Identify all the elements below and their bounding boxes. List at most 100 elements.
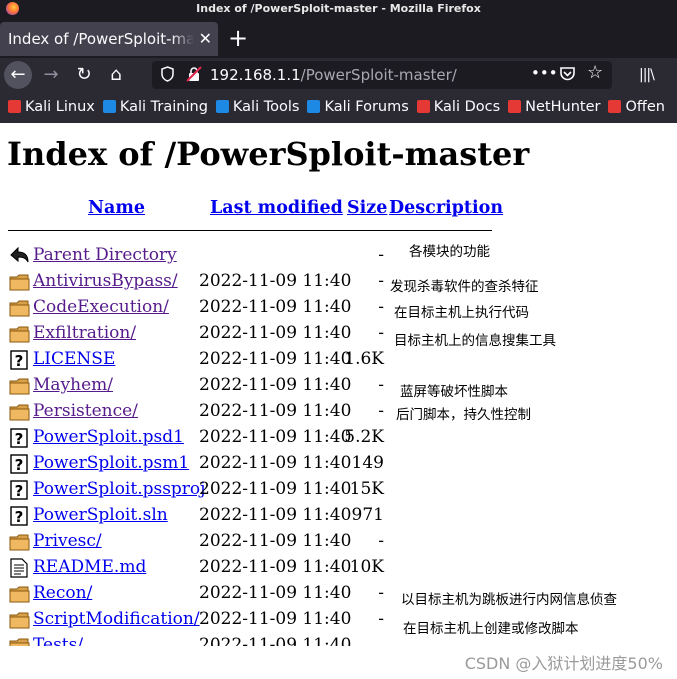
file-link[interactable]: Persistence/ [33, 401, 138, 421]
new-tab-button[interactable]: + [228, 24, 248, 52]
folder-icon [9, 298, 30, 318]
unknown-file-icon: ? [9, 454, 30, 474]
table-row: ? PowerSploit.psm1 2022-11-09 11:40 149 [0, 451, 677, 477]
url-path: /PowerSploit-master/ [300, 66, 457, 84]
kali-dragon-icon [508, 100, 522, 113]
page-actions-icon[interactable]: ••• [531, 64, 558, 82]
bookmark-star-icon[interactable]: ☆ [587, 64, 603, 82]
column-header-last-modified[interactable]: Last modified [210, 198, 343, 218]
file-link[interactable]: Recon/ [33, 583, 92, 603]
kali-dragon-icon [307, 100, 321, 113]
window-title: Index of /PowerSploit-master - Mozilla F… [196, 2, 481, 15]
bookmark-label: NetHunter [525, 99, 601, 115]
svg-text:?: ? [15, 456, 24, 474]
file-link[interactable]: Tests/ [33, 635, 83, 646]
column-header-name[interactable]: Name [88, 198, 145, 218]
bookmark-item[interactable]: Kali Forums [307, 92, 409, 123]
table-row: Mayhem/2022-11-09 11:40 - [0, 373, 677, 399]
svg-text:?: ? [15, 508, 24, 526]
forward-button[interactable]: → [37, 61, 65, 89]
svg-text:?: ? [15, 430, 24, 448]
file-link[interactable]: README.md [33, 557, 146, 577]
description-annotation: 发现杀毒软件的查杀特征 [390, 279, 539, 295]
kali-dragon-icon [416, 100, 430, 113]
file-link[interactable]: Parent Directory [33, 245, 177, 265]
file-link[interactable]: AntivirusBypass/ [33, 271, 178, 291]
table-row: CodeExecution/2022-11-09 11:40 - [0, 295, 677, 321]
folder-icon [9, 610, 30, 630]
last-modified-cell: 2022-11-09 11:40 [199, 505, 352, 525]
bookmark-label: Kali Docs [433, 99, 501, 115]
table-row: README.md 2022-11-09 11:40 10K [0, 555, 677, 581]
last-modified-cell: 2022-11-09 11:40 [199, 609, 352, 629]
size-cell: - [378, 609, 384, 629]
last-modified-cell: 2022-11-09 11:40 [199, 323, 352, 343]
last-modified-cell: 2022-11-09 11:40 [199, 453, 352, 473]
shield-icon[interactable] [161, 66, 174, 87]
size-cell: 149 [351, 453, 384, 473]
back-button[interactable]: ← [4, 61, 32, 89]
home-button[interactable]: ⌂ [102, 61, 130, 89]
last-modified-cell: 2022-11-09 11:40 [199, 557, 352, 577]
page-title: Index of /PowerSploit-master [7, 135, 530, 173]
size-cell: - [378, 531, 384, 551]
bookmark-item[interactable]: Kali Tools [215, 92, 300, 123]
tab-title: Index of /PowerSploit-maste [8, 30, 194, 48]
file-link[interactable]: PowerSploit.sln [33, 505, 168, 525]
table-row: ? LICENSE 2022-11-09 11:40 1.6K [0, 347, 677, 373]
bookmarks-toolbar: Kali Linux Kali Training Kali Tools Kali Fo… [0, 92, 677, 123]
file-link[interactable]: Exfiltration/ [33, 323, 136, 343]
last-modified-cell: 2022-11-09 11:40 [199, 349, 352, 369]
pocket-icon[interactable] [559, 66, 576, 87]
directory-listing-page: Index of /PowerSploit-master Name Last m… [0, 123, 677, 646]
csdn-watermark: CSDN @入狱计划进度50% [464, 654, 663, 673]
bookmark-item[interactable]: NetHunter [508, 92, 600, 123]
footer-strip: CSDN @入狱计划进度50% [0, 646, 677, 679]
unknown-file-icon: ? [9, 506, 30, 526]
url-text[interactable]: 192.168.1.1/PowerSploit-master/ [210, 61, 457, 89]
insecure-lock-icon[interactable] [186, 66, 202, 87]
svg-text:?: ? [15, 352, 24, 370]
folder-icon [9, 584, 30, 604]
url-bar[interactable]: 192.168.1.1/PowerSploit-master/ ••• ☆ [152, 61, 612, 89]
table-row: Exfiltration/2022-11-09 11:40 - [0, 321, 677, 347]
file-link[interactable]: Privesc/ [33, 531, 102, 551]
description-annotation: 蓝屏等破坏性脚本 [400, 384, 508, 400]
bookmark-item[interactable]: Offen [608, 92, 665, 123]
navigation-toolbar: ← → ↻ ⌂ 192.168.1.1/PowerSploit-master/ … [0, 58, 677, 92]
unknown-file-icon: ? [9, 350, 30, 370]
table-row: Persistence/2022-11-09 11:40 - [0, 399, 677, 425]
table-row: ? PowerSploit.psd1 2022-11-09 11:40 5.2K [0, 425, 677, 451]
unknown-file-icon: ? [9, 428, 30, 448]
size-cell: - [378, 245, 384, 265]
file-link[interactable]: PowerSploit.pssproj [33, 479, 205, 499]
last-modified-cell: 2022-11-09 11:40 [199, 297, 352, 317]
close-tab-icon[interactable]: ✕ [199, 22, 212, 56]
reload-button[interactable]: ↻ [70, 61, 98, 89]
column-header-description[interactable]: Description [389, 198, 503, 218]
kali-dragon-icon [8, 100, 21, 113]
size-cell: - [378, 323, 384, 343]
description-annotation: 以目标主机为跳板进行内网信息侦查 [401, 592, 617, 608]
file-link[interactable]: ScriptModification/ [33, 609, 200, 629]
library-icon[interactable]: |||\ [639, 66, 655, 84]
last-modified-cell: 2022-11-09 11:40 [199, 635, 352, 646]
size-cell: 5.2K [344, 427, 384, 447]
file-link[interactable]: PowerSploit.psm1 [33, 453, 189, 473]
firefox-logo-icon [6, 2, 19, 15]
bookmark-item[interactable]: Kali Docs [416, 92, 501, 123]
file-link[interactable]: CodeExecution/ [33, 297, 169, 317]
window-titlebar: Index of /PowerSploit-master - Mozilla F… [0, 0, 677, 18]
back-icon [9, 246, 30, 266]
last-modified-cell: 2022-11-09 11:40 [199, 375, 352, 395]
file-link[interactable]: Mayhem/ [33, 375, 113, 395]
bookmark-item[interactable]: Kali Linux [8, 92, 95, 123]
last-modified-cell: 2022-11-09 11:40 [199, 583, 352, 603]
folder-icon [9, 324, 30, 344]
column-header-size[interactable]: Size [347, 198, 387, 218]
file-link[interactable]: PowerSploit.psd1 [33, 427, 184, 447]
file-link[interactable]: LICENSE [33, 349, 115, 369]
bookmark-item[interactable]: Kali Training [102, 92, 208, 123]
bookmark-label: Kali Tools [232, 99, 300, 115]
tab-active[interactable]: Index of /PowerSploit-maste ✕ [0, 22, 218, 56]
